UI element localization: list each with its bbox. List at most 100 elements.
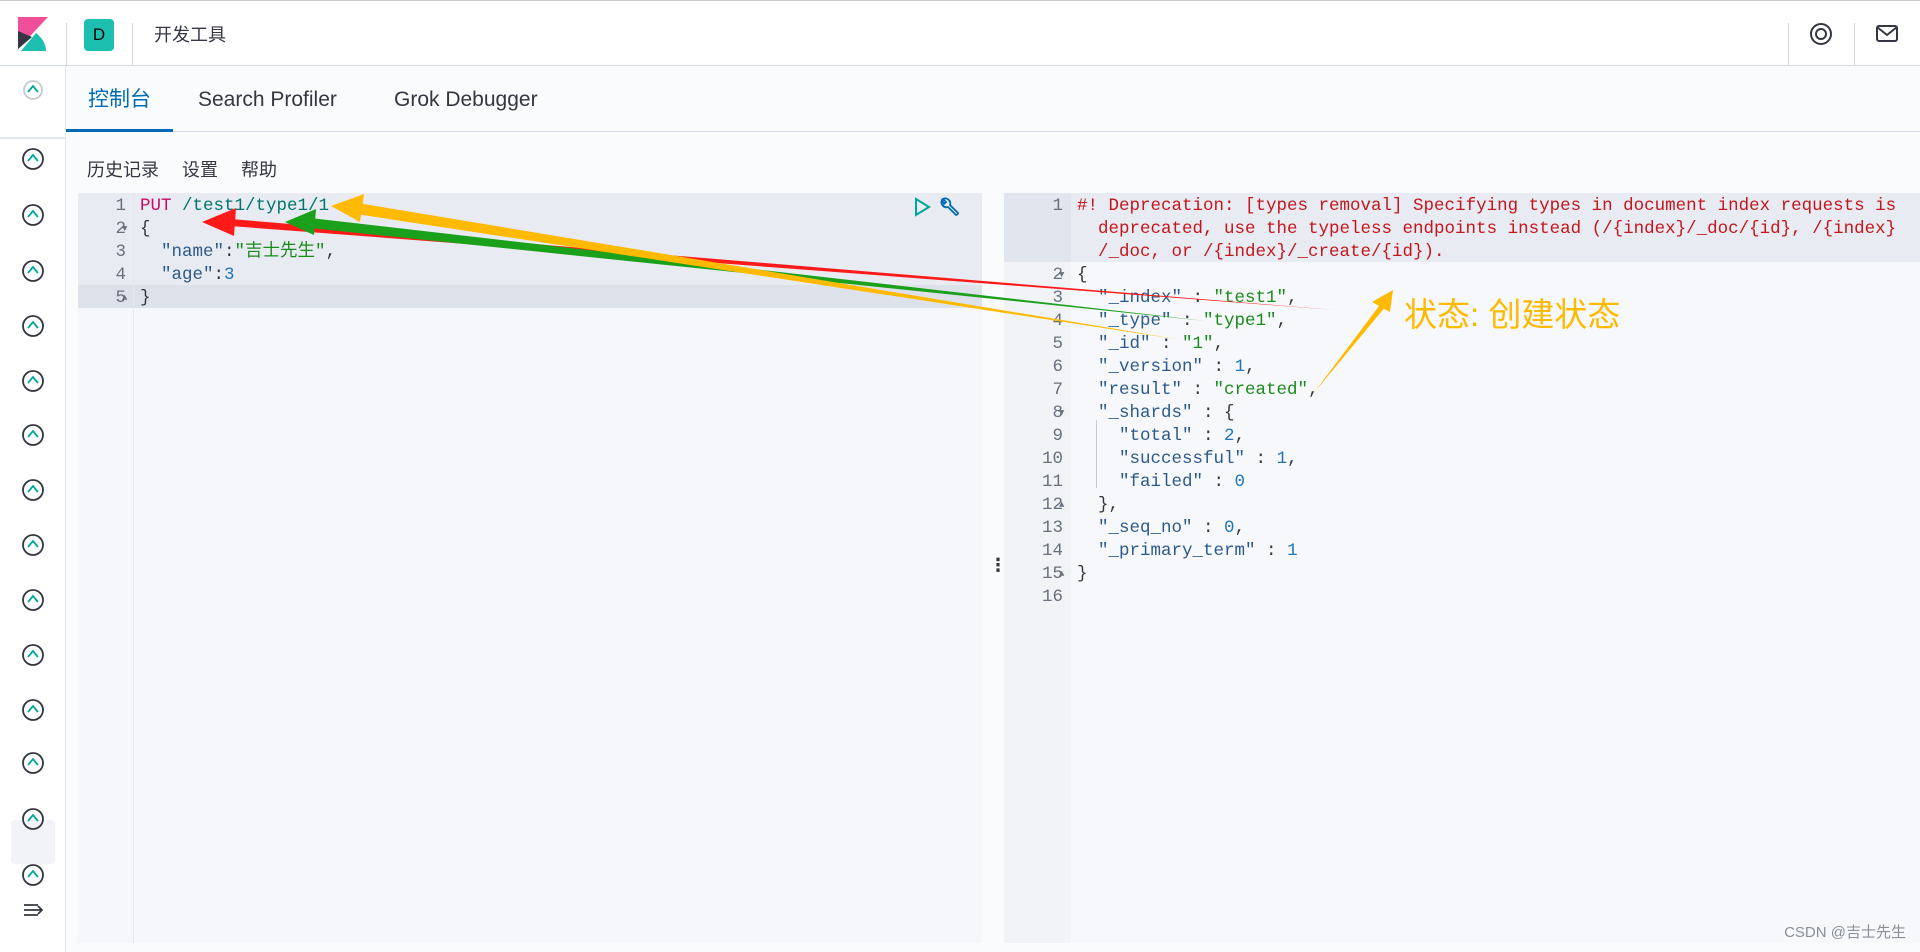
token-key: "total" (1119, 426, 1193, 446)
line-number: 12 (1041, 495, 1063, 515)
request-options-wrench-icon[interactable] (938, 196, 960, 218)
tab-console[interactable]: 控制台 (66, 66, 173, 132)
tab-search-profiler[interactable]: Search Profiler (176, 66, 359, 132)
fold-down-icon[interactable]: ▼ (1059, 264, 1064, 287)
line-number: 11 (1041, 472, 1063, 492)
send-request-play-icon[interactable] (912, 197, 932, 217)
response-line: 13 "_seq_no" : 0, (1004, 517, 1920, 540)
response-line: 10 "successful" : 1, (1004, 448, 1920, 471)
monitoring-heartbeat-icon[interactable] (18, 804, 48, 834)
token-str: "test1" (1213, 288, 1288, 308)
visualize-chart-icon[interactable] (18, 200, 48, 230)
deprecation-warning-text: #! Deprecation: [types removal] Specifyi… (1077, 196, 1897, 216)
token-punc: { (1077, 265, 1088, 285)
clock-icon[interactable] (18, 75, 48, 105)
ml-icon[interactable] (18, 420, 48, 450)
code-text: "_shards" : { (1077, 402, 1235, 425)
token-punc (140, 242, 161, 262)
console-toolbar: 历史记录 设置 帮助 (87, 156, 295, 182)
code-text: } (1077, 563, 1088, 586)
management-gear-icon[interactable] (18, 860, 48, 890)
code-text: "age":3 (140, 264, 235, 287)
code-text: "name":"吉士先生", (140, 241, 336, 264)
token-punc: , (1234, 518, 1246, 538)
panel-resizer[interactable]: ⋮ (986, 193, 1007, 943)
fold-up-icon[interactable]: ▲ (122, 287, 127, 310)
token-punc: : (224, 242, 235, 262)
token-punc: { (140, 219, 151, 239)
dashboard-icon[interactable] (18, 256, 48, 286)
response-line: 14 "_primary_term" : 1 (1004, 540, 1920, 563)
graph-icon[interactable] (18, 530, 48, 560)
help-lifebuoy-icon[interactable] (1808, 21, 1834, 47)
token-num: 1 (1234, 357, 1246, 377)
deprecation-warning-text: /_doc, or /{index}/_create/{id}). (1098, 242, 1445, 262)
token-punc (1077, 380, 1098, 400)
apm-icon[interactable] (18, 695, 48, 725)
request-line: 3 "name":"吉士先生", (78, 241, 982, 264)
token-punc: : (1203, 472, 1235, 492)
token-key: "age" (161, 265, 214, 285)
deprecation-warning-text: deprecated, use the typeless endpoints i… (1098, 219, 1897, 239)
token-num: 1 (1287, 541, 1298, 561)
token-punc: , (1287, 449, 1298, 469)
token-punc: }, (1077, 495, 1120, 515)
line-number: 4 (115, 265, 126, 285)
token-url: /test1/type1/1 (182, 196, 330, 216)
token-punc: , (1213, 334, 1225, 354)
code-text: "_version" : 1, (1077, 356, 1256, 379)
maps-icon[interactable] (18, 366, 48, 396)
token-key: "failed" (1119, 472, 1204, 492)
request-line: 4 "age":3 (78, 264, 982, 287)
collapse-menu-icon[interactable] (18, 895, 48, 925)
token-key: "successful" (1119, 449, 1246, 469)
token-punc: : (213, 265, 225, 285)
token-punc (1077, 288, 1098, 308)
code-text: { (140, 218, 151, 241)
tab-grok-debugger[interactable]: Grok Debugger (372, 66, 560, 132)
code-text: "_primary_term" : 1 (1077, 540, 1298, 563)
token-punc (1077, 357, 1098, 377)
token-punc: : (1182, 288, 1214, 308)
fold-up-icon[interactable]: ▲ (1059, 563, 1064, 586)
code-text: }, (1077, 494, 1119, 517)
discover-compass-icon[interactable] (18, 144, 48, 174)
fold-down-icon[interactable]: ▼ (122, 218, 127, 241)
code-text: "result" : "created", (1077, 379, 1319, 402)
token-punc (1077, 334, 1098, 354)
request-line: 5 ▲} (78, 287, 982, 310)
code-text: "_id" : "1", (1077, 333, 1224, 356)
mail-icon[interactable] (1874, 21, 1900, 47)
response-line: 2 ▼ { (1004, 264, 1920, 287)
response-line: 5 "_id" : "1", (1004, 333, 1920, 356)
token-punc: : (1255, 541, 1288, 561)
canvas-icon[interactable] (18, 311, 48, 341)
dev-tools-wrench-icon[interactable] (18, 748, 48, 778)
line-number: 5 (1052, 334, 1063, 354)
token-num: 0 (1234, 472, 1246, 492)
response-line: 7 "result" : "created", (1004, 379, 1920, 402)
uptime-icon[interactable] (18, 640, 48, 670)
token-punc (1077, 541, 1098, 561)
line-number: 2 (1052, 265, 1063, 285)
help-link[interactable]: 帮助 (241, 160, 277, 180)
token-punc: } (140, 288, 151, 308)
request-editor[interactable]: 1 PUT /test1/type1/1 2 ▼{3 "name":"吉士先生", 4 … (78, 193, 982, 943)
token-punc (1077, 311, 1098, 331)
annotation-text: 状态: 创建状态 (1404, 296, 1621, 333)
siem-icon[interactable] (18, 475, 48, 505)
line-number: 3 (115, 242, 126, 262)
token-punc: : (1182, 380, 1214, 400)
logs-icon[interactable] (18, 585, 48, 615)
watermark: CSDN @吉士先生 (1784, 924, 1906, 941)
code-text: { (1077, 264, 1088, 287)
fold-up-icon[interactable]: ▲ (1059, 494, 1064, 517)
code-text: "total" : 2, (1077, 425, 1245, 448)
line-number: 6 (1052, 357, 1063, 377)
kibana-logo-icon[interactable] (18, 17, 48, 51)
app-badge[interactable]: D (84, 19, 114, 51)
settings-link[interactable]: 设置 (182, 160, 218, 180)
fold-down-icon[interactable]: ▼ (1059, 402, 1064, 425)
history-link[interactable]: 历史记录 (87, 160, 159, 180)
code-text: "_index" : "test1", (1077, 287, 1298, 310)
